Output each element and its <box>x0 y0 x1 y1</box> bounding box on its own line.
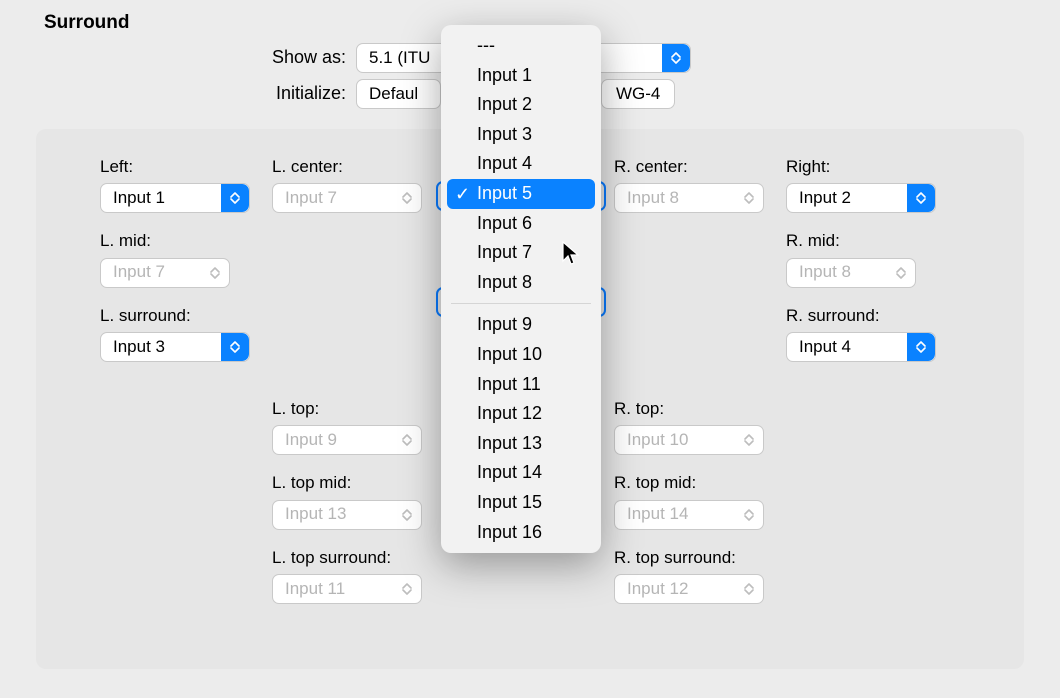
l-mid-value: Input 7 <box>113 262 165 282</box>
initialize-value: Defaul <box>369 84 418 104</box>
menu-item[interactable]: Input 15 <box>441 488 601 518</box>
wg4-button[interactable]: WG-4 <box>601 79 675 109</box>
l-top-value: Input 9 <box>285 430 337 450</box>
updown-icon <box>887 259 915 287</box>
input-dropdown-menu[interactable]: ---Input 1Input 2Input 3Input 4✓Input 5I… <box>441 25 601 553</box>
field-r-top: R. top: Input 10 <box>614 399 784 455</box>
field-r-top-surround: R. top surround: Input 12 <box>614 548 784 604</box>
menu-item[interactable]: ✓Input 5 <box>447 179 595 209</box>
r-mid-value: Input 8 <box>799 262 851 282</box>
field-r-center: R. center: Input 8 <box>614 157 784 213</box>
menu-item[interactable]: Input 9 <box>441 310 601 340</box>
field-left: Left: Input 1 <box>100 157 270 213</box>
updown-icon <box>735 184 763 212</box>
menu-item[interactable]: Input 6 <box>441 209 601 239</box>
menu-item[interactable]: --- <box>441 31 601 61</box>
menu-item[interactable]: Input 12 <box>441 399 601 429</box>
field-r-surround: R. surround: Input 4 <box>786 306 956 362</box>
r-top-mid-value: Input 14 <box>627 504 688 524</box>
updown-icon <box>393 575 421 603</box>
r-top-label: R. top: <box>614 399 784 419</box>
menu-item[interactable]: Input 11 <box>441 370 601 400</box>
l-top-mid-label: L. top mid: <box>272 473 442 493</box>
l-top-surround-value: Input 11 <box>285 579 345 599</box>
updown-icon <box>907 333 935 361</box>
menu-item[interactable]: Input 10 <box>441 340 601 370</box>
show-as-label: Show as: <box>0 47 356 69</box>
wg4-button-label: WG-4 <box>616 84 660 104</box>
l-top-label: L. top: <box>272 399 442 419</box>
l-mid-popup[interactable]: Input 7 <box>100 258 230 288</box>
field-r-mid: R. mid: Input 8 <box>786 231 956 287</box>
r-center-popup[interactable]: Input 8 <box>614 183 764 213</box>
updown-icon <box>907 184 935 212</box>
updown-icon <box>735 575 763 603</box>
updown-icon <box>393 501 421 529</box>
l-surround-popup[interactable]: Input 3 <box>100 332 250 362</box>
show-as-value: 5.1 (ITU <box>369 48 430 68</box>
updown-icon <box>221 333 249 361</box>
menu-item[interactable]: Input 3 <box>441 120 601 150</box>
field-l-top: L. top: Input 9 <box>272 399 442 455</box>
initialize-popup[interactable]: Defaul <box>356 79 441 109</box>
updown-icon <box>735 426 763 454</box>
right-popup[interactable]: Input 2 <box>786 183 936 213</box>
menu-item[interactable]: Input 16 <box>441 518 601 548</box>
r-surround-popup[interactable]: Input 4 <box>786 332 936 362</box>
field-r-top-mid: R. top mid: Input 14 <box>614 473 784 529</box>
left-popup[interactable]: Input 1 <box>100 183 250 213</box>
r-top-popup[interactable]: Input 10 <box>614 425 764 455</box>
r-top-surround-label: R. top surround: <box>614 548 784 568</box>
field-l-surround: L. surround: Input 3 <box>100 306 270 362</box>
l-center-value: Input 7 <box>285 188 337 208</box>
field-l-mid: L. mid: Input 7 <box>100 231 270 287</box>
menu-separator <box>451 303 591 304</box>
l-center-label: L. center: <box>272 157 442 177</box>
l-surround-label: L. surround: <box>100 306 270 326</box>
r-center-value: Input 8 <box>627 188 679 208</box>
r-top-value: Input 10 <box>627 430 688 450</box>
l-top-surround-popup[interactable]: Input 11 <box>272 574 422 604</box>
l-mid-label: L. mid: <box>100 231 270 251</box>
initialize-label: Initialize: <box>0 83 356 105</box>
menu-item[interactable]: Input 1 <box>441 61 601 91</box>
l-top-mid-popup[interactable]: Input 13 <box>272 500 422 530</box>
right-value: Input 2 <box>799 188 851 208</box>
l-surround-value: Input 3 <box>113 337 165 357</box>
left-value: Input 1 <box>113 188 165 208</box>
r-center-label: R. center: <box>614 157 784 177</box>
r-mid-popup[interactable]: Input 8 <box>786 258 916 288</box>
cursor-icon <box>562 241 582 267</box>
l-top-popup[interactable]: Input 9 <box>272 425 422 455</box>
field-l-center: L. center: Input 7 <box>272 157 442 213</box>
updown-icon <box>221 184 249 212</box>
menu-item[interactable]: Input 4 <box>441 149 601 179</box>
r-top-mid-popup[interactable]: Input 14 <box>614 500 764 530</box>
l-top-surround-label: L. top surround: <box>272 548 442 568</box>
updown-icon <box>393 184 421 212</box>
r-top-surround-value: Input 12 <box>627 579 688 599</box>
l-top-mid-value: Input 13 <box>285 504 346 524</box>
r-surround-value: Input 4 <box>799 337 851 357</box>
r-top-surround-popup[interactable]: Input 12 <box>614 574 764 604</box>
menu-item[interactable]: Input 2 <box>441 90 601 120</box>
l-center-popup[interactable]: Input 7 <box>272 183 422 213</box>
field-right: Right: Input 2 <box>786 157 956 213</box>
menu-item[interactable]: Input 13 <box>441 429 601 459</box>
check-icon: ✓ <box>455 184 470 206</box>
r-surround-label: R. surround: <box>786 306 956 326</box>
updown-icon <box>201 259 229 287</box>
updown-icon <box>393 426 421 454</box>
field-l-top-mid: L. top mid: Input 13 <box>272 473 442 529</box>
r-top-mid-label: R. top mid: <box>614 473 784 493</box>
menu-item[interactable]: Input 8 <box>441 268 601 298</box>
updown-icon <box>662 44 690 72</box>
r-mid-label: R. mid: <box>786 231 956 251</box>
updown-icon <box>735 501 763 529</box>
field-l-top-surround: L. top surround: Input 11 <box>272 548 442 604</box>
menu-item[interactable]: Input 14 <box>441 458 601 488</box>
right-label: Right: <box>786 157 956 177</box>
left-label: Left: <box>100 157 270 177</box>
